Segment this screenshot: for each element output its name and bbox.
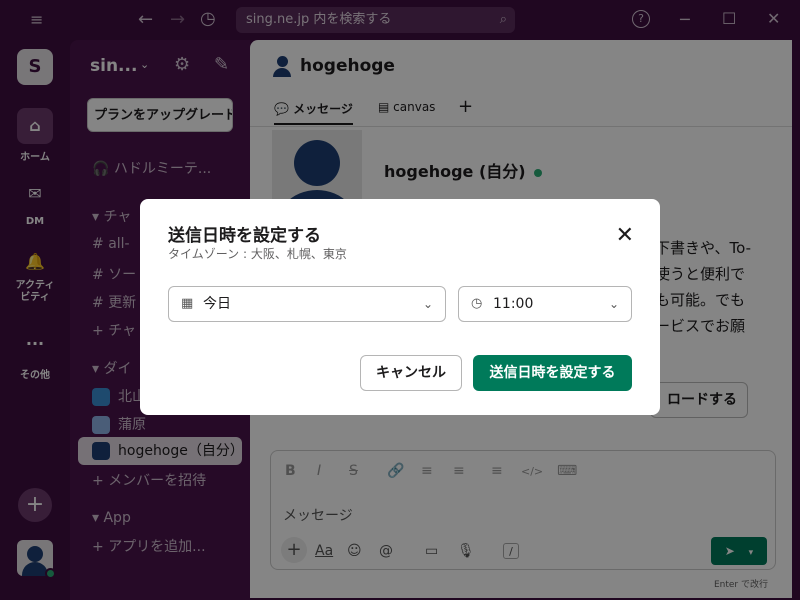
dialog-subtitle: タイムゾーン : 大阪、札幌、東京	[168, 247, 347, 261]
time-value: 11:00	[493, 296, 534, 312]
chevron-down-icon: ⌄	[608, 297, 619, 311]
set-schedule-button[interactable]: 送信日時を設定する	[473, 355, 632, 391]
cancel-button[interactable]: キャンセル	[360, 355, 462, 391]
calendar-icon: ▦	[181, 296, 194, 311]
chevron-down-icon: ⌄	[422, 297, 433, 311]
schedule-dialog: 送信日時を設定する タイムゾーン : 大阪、札幌、東京 ✕ ▦ 今日 ⌄ ◷ 1…	[140, 199, 660, 415]
date-value: 今日	[203, 296, 231, 312]
dialog-title: 送信日時を設定する	[168, 226, 321, 246]
date-select[interactable]: ▦ 今日 ⌄	[168, 286, 446, 322]
time-select[interactable]: ◷ 11:00 ⌄	[458, 286, 632, 322]
close-icon[interactable]: ✕	[616, 225, 634, 247]
clock-icon: ◷	[471, 296, 483, 311]
